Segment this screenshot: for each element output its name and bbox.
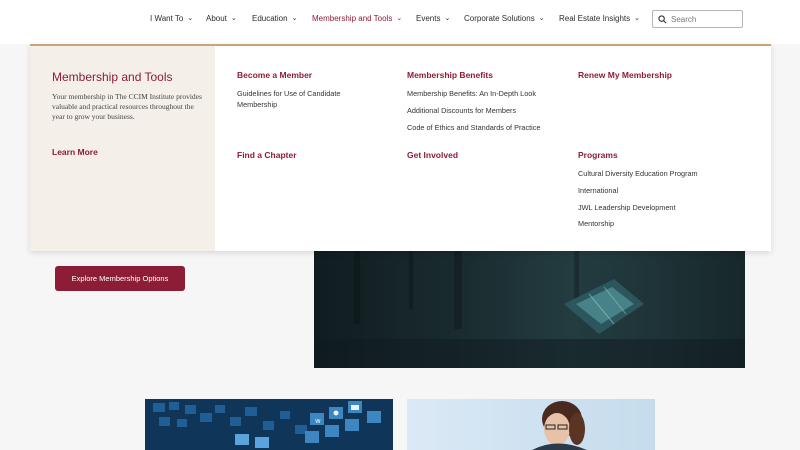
nav-item-label: Membership and Tools: [312, 14, 393, 23]
menu-link-additional-discounts[interactable]: Additional Discounts for Members: [407, 105, 516, 116]
menu-heading-get-involved[interactable]: Get Involved: [407, 150, 458, 160]
menu-heading-find-a-chapter[interactable]: Find a Chapter: [237, 150, 297, 160]
search-box[interactable]: [652, 10, 743, 28]
mega-menu-intro-panel: Membership and Tools Your membership in …: [30, 46, 215, 251]
top-navigation-bar: I Want To ⌄ About ⌄ Education ⌄ Membership …: [0, 0, 800, 44]
nav-item-label: Real Estate Insights: [559, 14, 631, 23]
chevron-down-icon: ⌄: [187, 15, 194, 22]
menu-link-jwl-leadership[interactable]: JWL Leadership Development: [578, 202, 675, 213]
nav-item-events[interactable]: Events ⌄: [416, 14, 450, 23]
menu-link-mentorship[interactable]: Mentorship: [578, 218, 614, 229]
menu-link-benefits-in-depth[interactable]: Membership Benefits: An In-Depth Look: [407, 88, 536, 99]
technology-card-image: w: [145, 399, 393, 450]
chevron-down-icon: ⌄: [230, 15, 237, 22]
nav-item-label: Education: [252, 14, 288, 23]
technology-card-graphic: w: [153, 401, 381, 448]
chevron-down-icon: ⌄: [444, 15, 451, 22]
professional-card-graphic: [532, 401, 587, 450]
nav-item-label: Corporate Solutions: [464, 14, 535, 23]
nav-item-about[interactable]: About ⌄: [206, 14, 237, 23]
chevron-down-icon: ⌄: [396, 15, 403, 22]
svg-text:w: w: [315, 417, 321, 425]
membership-mega-menu: Membership and Tools Your membership in …: [30, 44, 771, 251]
menu-heading-membership-benefits[interactable]: Membership Benefits: [407, 70, 493, 80]
menu-heading-programs[interactable]: Programs: [578, 150, 618, 160]
hero-image: [314, 249, 745, 368]
chevron-down-icon: ⌄: [634, 15, 641, 22]
explore-membership-button[interactable]: Explore Membership Options: [55, 266, 185, 291]
nav-item-real-estate-insights[interactable]: Real Estate Insights ⌄: [559, 14, 640, 23]
mega-menu-description: Your membership in The CCIM Institute pr…: [52, 92, 202, 121]
nav-item-corporate-solutions[interactable]: Corporate Solutions ⌄: [464, 14, 545, 23]
chevron-down-icon: ⌄: [291, 15, 298, 22]
menu-link-cultural-diversity[interactable]: Cultural Diversity Education Program: [578, 168, 698, 179]
nav-item-label: About: [206, 14, 227, 23]
search-icon: [658, 15, 667, 24]
hero-image-graphic: [314, 249, 745, 368]
nav-item-label: I Want To: [150, 14, 184, 23]
menu-link-international[interactable]: International: [578, 185, 618, 196]
mega-menu-title: Membership and Tools: [52, 70, 173, 84]
chevron-down-icon: ⌄: [538, 15, 545, 22]
nav-item-membership-and-tools[interactable]: Membership and Tools ⌄: [312, 14, 402, 23]
nav-item-i-want-to[interactable]: I Want To ⌄: [150, 14, 193, 23]
nav-item-education[interactable]: Education ⌄: [252, 14, 297, 23]
nav-item-label: Events: [416, 14, 441, 23]
search-input[interactable]: [671, 13, 739, 25]
menu-heading-become-a-member[interactable]: Become a Member: [237, 70, 312, 80]
menu-link-code-of-ethics[interactable]: Code of Ethics and Standards of Practice: [407, 122, 540, 133]
menu-link-guidelines-candidate-membership[interactable]: Guidelines for Use of Candidate Membersh…: [237, 88, 367, 110]
professional-card-image: [407, 399, 655, 450]
learn-more-link[interactable]: Learn More: [52, 147, 98, 157]
menu-heading-renew-membership[interactable]: Renew My Membership: [578, 70, 672, 80]
